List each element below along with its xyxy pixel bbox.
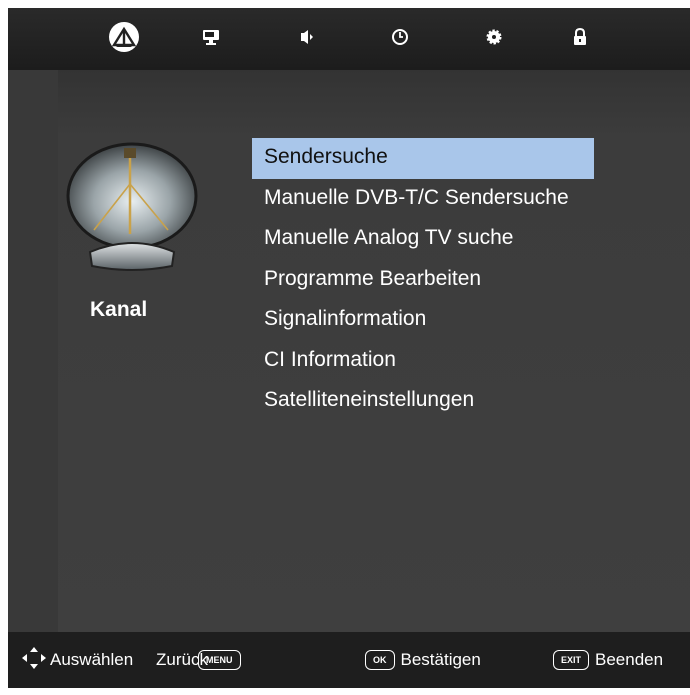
gear-icon xyxy=(485,28,503,51)
monitor-icon xyxy=(202,29,220,50)
tv-menu-screen: Kanal Sendersuche Manuelle DVB-T/C Sende… xyxy=(8,8,690,688)
ok-key: OK xyxy=(365,650,395,670)
lock-icon xyxy=(572,27,588,51)
speaker-icon xyxy=(299,29,315,50)
top-tab-bar xyxy=(8,8,690,70)
menu-item-signal-information[interactable]: Signalinformation xyxy=(252,300,592,341)
menu-key-hint: MENU xyxy=(198,632,241,688)
menu-item-manual-dvb-search[interactable]: Manuelle DVB-T/C Sendersuche xyxy=(252,179,592,220)
select-hint: Auswählen xyxy=(22,632,133,688)
satellite-dish-icon xyxy=(60,134,210,280)
menu-item-manual-analog-search[interactable]: Manuelle Analog TV suche xyxy=(252,219,592,260)
setup-tab[interactable] xyxy=(479,8,509,70)
exit-hint: EXIT Beenden xyxy=(553,632,663,688)
picture-tab[interactable] xyxy=(196,8,226,70)
section-title: Kanal xyxy=(90,298,148,321)
menu-item-satellite-settings[interactable]: Satelliteneinstellungen xyxy=(252,381,592,422)
menu-key: MENU xyxy=(198,650,241,670)
channel-tab[interactable] xyxy=(104,8,144,70)
time-tab[interactable] xyxy=(385,8,415,70)
lock-tab[interactable] xyxy=(565,8,595,70)
select-label: Auswählen xyxy=(50,650,134,669)
footer-hint-bar: Auswählen Zurück MENU OK Bestätigen EXIT… xyxy=(8,632,690,688)
menu-item-edit-programs[interactable]: Programme Bearbeiten xyxy=(252,260,592,301)
navigation-arrows-icon xyxy=(22,646,46,674)
exit-key: EXIT xyxy=(553,650,590,670)
channel-menu-list: Sendersuche Manuelle DVB-T/C Sendersuche… xyxy=(252,138,690,422)
confirm-hint: OK Bestätigen xyxy=(365,632,481,688)
clock-icon xyxy=(391,28,409,51)
menu-item-ci-information[interactable]: CI Information xyxy=(252,341,592,382)
exit-label: Beenden xyxy=(595,650,664,669)
sound-tab[interactable] xyxy=(292,8,322,70)
confirm-label: Bestätigen xyxy=(400,650,481,669)
menu-item-sendersuche[interactable]: Sendersuche xyxy=(252,138,594,179)
left-side-panel xyxy=(8,70,58,632)
satellite-dish-icon xyxy=(108,21,140,58)
